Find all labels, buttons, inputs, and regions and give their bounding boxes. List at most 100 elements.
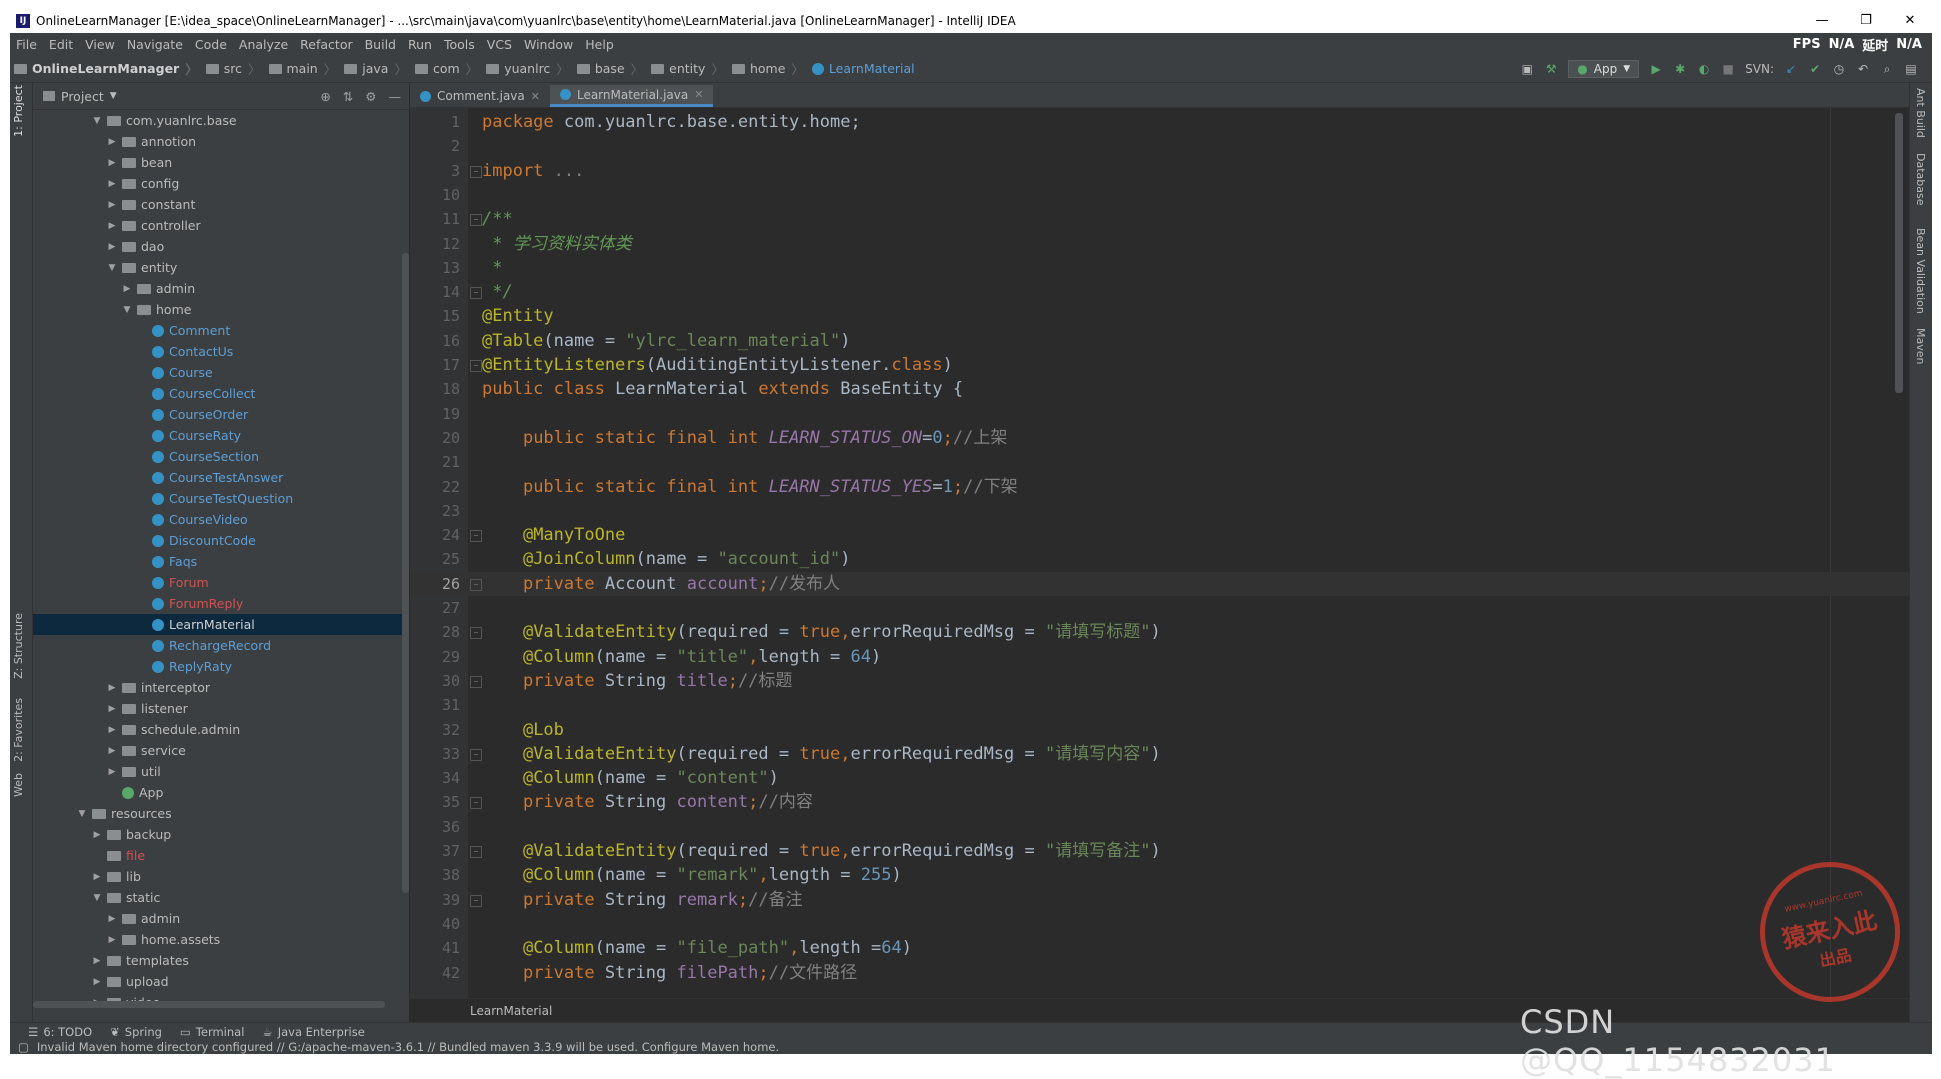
fold-marker-icon[interactable]: − — [470, 165, 482, 178]
menu-tools[interactable]: Tools — [438, 37, 481, 52]
code-line[interactable]: 21 — [410, 450, 1909, 474]
menu-view[interactable]: View — [79, 37, 121, 52]
tree-item-listener[interactable]: ▶ listener — [33, 698, 409, 719]
close-icon[interactable]: ✕ — [531, 90, 540, 103]
breadcrumb-yuanlrc[interactable]: yuanlrc 〉 — [482, 59, 573, 78]
menu-build[interactable]: Build — [359, 37, 402, 52]
tree-item-forum[interactable]: Forum — [33, 572, 409, 593]
svn-update-icon[interactable]: ↙ — [1784, 62, 1798, 76]
tree-item-annotion[interactable]: ▶ annotion — [33, 131, 409, 152]
collapsed-arrow-icon[interactable]: ▶ — [91, 956, 103, 966]
code-line[interactable]: 18 public class LearnMaterial extends Bas… — [410, 377, 1909, 401]
breadcrumb-base[interactable]: base 〉 — [573, 59, 647, 78]
collapsed-arrow-icon[interactable]: ▶ — [106, 767, 118, 777]
collapsed-arrow-icon[interactable]: ▶ — [106, 683, 118, 693]
run-icon[interactable]: ▶ — [1649, 62, 1663, 76]
tree-item-rechargerecord[interactable]: RechargeRecord — [33, 635, 409, 656]
code-line[interactable]: 20 public static final int LEARN_STATUS_… — [410, 426, 1909, 450]
menu-refactor[interactable]: Refactor — [294, 37, 358, 52]
fold-marker-icon[interactable]: − — [470, 360, 482, 372]
tree-item-forumreply[interactable]: ForumReply — [33, 593, 409, 614]
editor-tab-learnmaterial-java[interactable]: LearnMaterial.java ✕ — [549, 85, 714, 107]
tree-item-coursetestanswer[interactable]: CourseTestAnswer — [33, 467, 409, 488]
fold-marker-icon[interactable]: − — [470, 894, 482, 907]
tree-item-admin[interactable]: ▶ admin — [33, 278, 409, 299]
collapsed-arrow-icon[interactable]: ▶ — [106, 137, 118, 147]
collapsed-arrow-icon[interactable]: ▶ — [91, 830, 103, 840]
code-line[interactable]: 28− @ValidateEntity(required = true,erro… — [410, 620, 1909, 644]
build-hammer-icon[interactable]: ⚒ — [1544, 62, 1558, 76]
breadcrumb-src[interactable]: src 〉 — [202, 59, 265, 78]
tree-item-courseorder[interactable]: CourseOrder — [33, 404, 409, 425]
breadcrumb-com[interactable]: com 〉 — [411, 59, 482, 78]
tree-item-constant[interactable]: ▶ constant — [33, 194, 409, 215]
expanded-arrow-icon[interactable]: ▼ — [91, 116, 103, 126]
tree-item-app[interactable]: App — [33, 782, 409, 803]
gear-icon[interactable]: ⚙ — [365, 89, 376, 104]
restore-button[interactable]: ❐ — [1844, 8, 1888, 33]
collapsed-arrow-icon[interactable]: ▶ — [106, 242, 118, 252]
code-line[interactable]: 3− import ... — [410, 159, 1909, 183]
tree-item-dao[interactable]: ▶ dao — [33, 236, 409, 257]
status-message[interactable]: Invalid Maven home directory configured … — [37, 1040, 779, 1054]
collapse-icon[interactable]: ⇅ — [343, 89, 353, 104]
code-line[interactable]: 27 — [410, 596, 1909, 620]
collapsed-arrow-icon[interactable]: ▶ — [106, 914, 118, 924]
collapsed-arrow-icon[interactable]: ▶ — [106, 704, 118, 714]
breadcrumb-file[interactable]: LearnMaterial — [808, 61, 919, 76]
menu-help[interactable]: Help — [579, 37, 620, 52]
layout-icon[interactable]: ▤ — [1904, 62, 1918, 76]
code-line[interactable]: 24− @ManyToOne — [410, 523, 1909, 547]
code-line[interactable]: 2 — [410, 134, 1909, 158]
code-line[interactable]: 33− @ValidateEntity(required = true,erro… — [410, 742, 1909, 766]
code-line[interactable]: 16 @Table(name = "ylrc_learn_material") — [410, 329, 1909, 353]
breadcrumb-entity[interactable]: entity 〉 — [647, 59, 728, 78]
tree-item-course[interactable]: Course — [33, 362, 409, 383]
tree-item-service[interactable]: ▶ service — [33, 740, 409, 761]
collapsed-arrow-icon[interactable]: ▶ — [106, 725, 118, 735]
revert-icon[interactable]: ↶ — [1856, 62, 1870, 76]
editor-scrollbar[interactable] — [1895, 113, 1903, 393]
tree-item-entity[interactable]: ▼ entity — [33, 257, 409, 278]
structure-tool-tab[interactable]: Z: Structure — [12, 613, 25, 679]
menu-vcs[interactable]: VCS — [481, 37, 518, 52]
code-line[interactable]: 38 @Column(name = "remark",length = 255) — [410, 863, 1909, 887]
code-line[interactable]: 39− private String remark;//备注 — [410, 888, 1909, 912]
breadcrumb-java[interactable]: java 〉 — [340, 59, 411, 78]
tree-item-templates[interactable]: ▶ templates — [33, 950, 409, 971]
tree-item-util[interactable]: ▶ util — [33, 761, 409, 782]
tree-item-bean[interactable]: ▶ bean — [33, 152, 409, 173]
tree-item-config[interactable]: ▶ config — [33, 173, 409, 194]
bottom-tab-spring[interactable]: ❦ Spring — [110, 1025, 162, 1039]
fold-marker-icon[interactable]: − — [470, 675, 482, 688]
expanded-arrow-icon[interactable]: ▼ — [91, 893, 103, 903]
code-line[interactable]: 15 @Entity — [410, 304, 1909, 328]
menu-code[interactable]: Code — [189, 37, 233, 52]
collapsed-arrow-icon[interactable]: ▶ — [106, 179, 118, 189]
project-panel-title[interactable]: Project — [61, 89, 104, 104]
code-line[interactable]: 41 @Column(name = "file_path",length =64… — [410, 936, 1909, 960]
tree-item-coursesection[interactable]: CourseSection — [33, 446, 409, 467]
tree-item-file[interactable]: file — [33, 845, 409, 866]
code-line[interactable]: 36 — [410, 815, 1909, 839]
code-line[interactable]: 12 * 学习资料实体类 — [410, 232, 1909, 256]
collapsed-arrow-icon[interactable]: ▶ — [106, 746, 118, 756]
breadcrumb-home[interactable]: home 〉 — [728, 59, 808, 78]
close-button[interactable]: ✕ — [1888, 8, 1932, 33]
breadcrumb-project[interactable]: OnlineLearnManager 〉 — [10, 59, 202, 78]
chevron-down-icon[interactable]: ▼ — [110, 91, 117, 101]
collapsed-arrow-icon[interactable]: ▶ — [106, 158, 118, 168]
code-line[interactable]: 13 * — [410, 256, 1909, 280]
menu-edit[interactable]: Edit — [43, 37, 79, 52]
collapsed-arrow-icon[interactable]: ▶ — [91, 872, 103, 882]
search-icon[interactable]: ⌕ — [1880, 62, 1894, 76]
code-line[interactable]: 35− private String content;//内容 — [410, 790, 1909, 814]
tree-item-interceptor[interactable]: ▶ interceptor — [33, 677, 409, 698]
code-line[interactable]: 1 package com.yuanlrc.base.entity.home; — [410, 110, 1909, 134]
tree-horizontal-scrollbar[interactable] — [33, 1001, 385, 1008]
code-line[interactable]: 10 — [410, 183, 1909, 207]
menu-file[interactable]: File — [10, 37, 43, 52]
fold-marker-icon[interactable]: − — [470, 846, 482, 858]
tree-item-coursevideo[interactable]: CourseVideo — [33, 509, 409, 530]
code-line[interactable]: 42 private String filePath;//文件路径 — [410, 961, 1909, 985]
